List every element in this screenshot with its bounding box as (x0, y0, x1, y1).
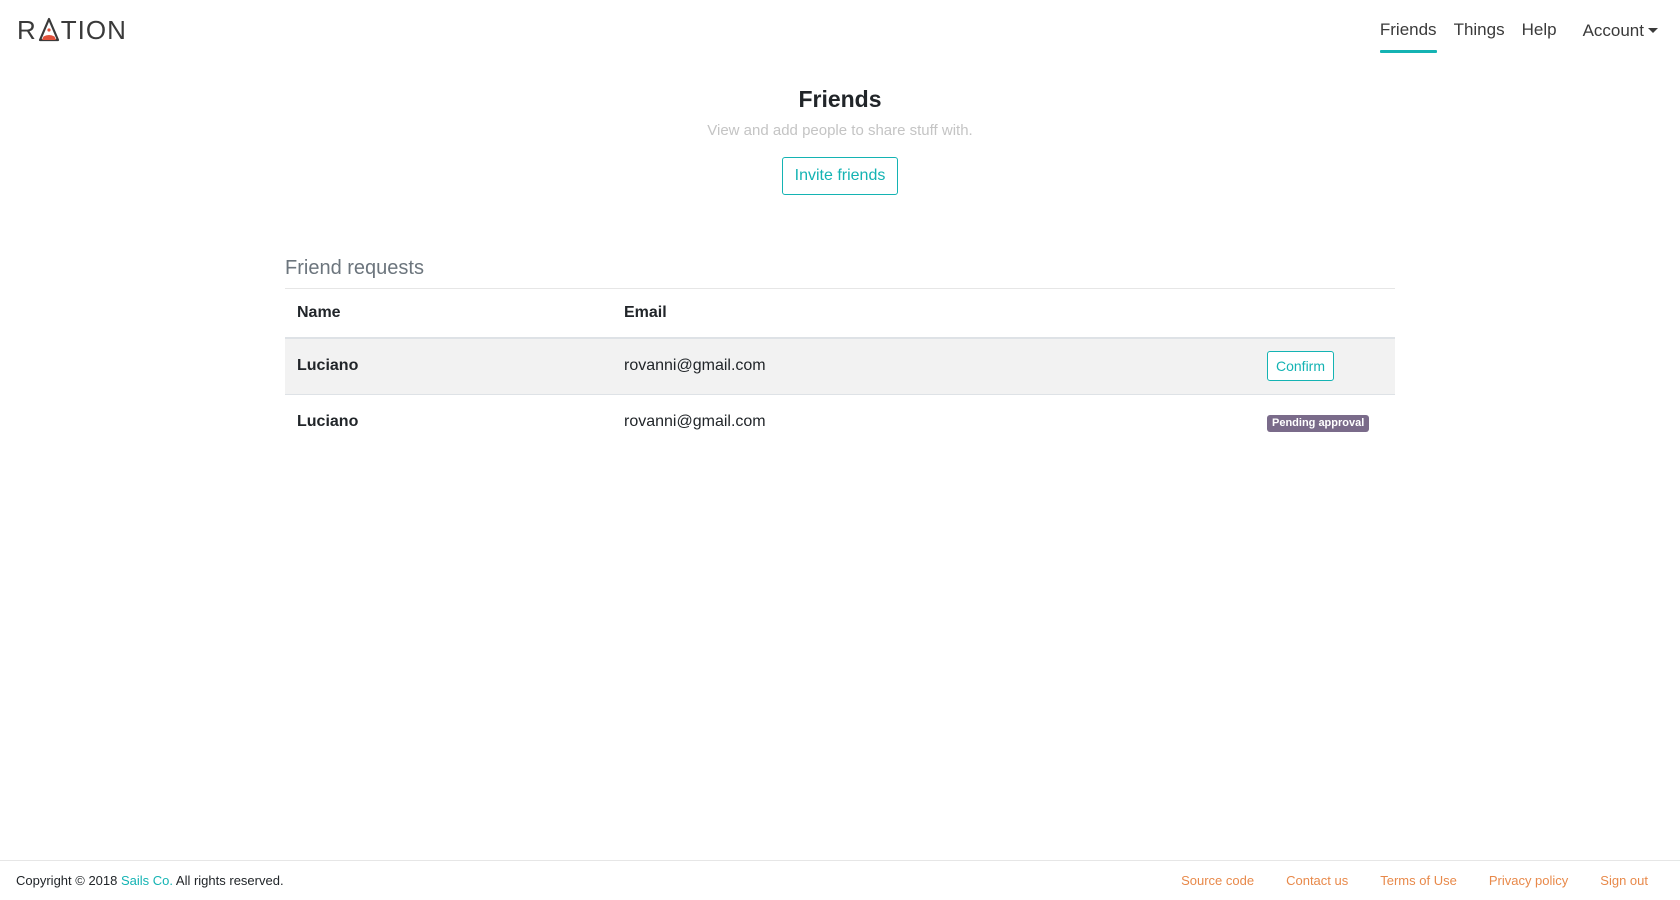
pending-approval-badge: Pending approval (1267, 414, 1370, 432)
page-hero: Friends View and add people to share stu… (0, 84, 1680, 195)
column-header-name: Name (285, 289, 612, 339)
footer-link-privacy-policy[interactable]: Privacy policy (1489, 873, 1568, 888)
page-title: Friends (798, 86, 882, 112)
logo-text-end: TION (60, 14, 127, 45)
top-navbar: R TION Friends Things Help Account (0, 0, 1680, 62)
page-footer: Copyright © 2018 Sails Co. All rights re… (0, 860, 1680, 900)
logo-text-start: R (17, 14, 37, 45)
request-name: Luciano (297, 413, 359, 431)
friend-requests-heading: Friend requests (285, 256, 1395, 289)
nav-account-label: Account (1582, 21, 1644, 40)
request-action-cell: Confirm (1255, 338, 1395, 395)
friend-requests-table: Name Email Luciano rovanni@gmail.com Con… (285, 289, 1395, 450)
footer-links: Source code Contact us Terms of Use Priv… (1149, 873, 1648, 888)
nav-help[interactable]: Help (1522, 0, 1557, 62)
request-name: Luciano (285, 338, 612, 395)
invite-friends-button[interactable]: Invite friends (781, 157, 899, 195)
copyright-text: Copyright © 2018 Sails Co. All rights re… (16, 873, 284, 888)
request-email: rovanni@gmail.com (624, 413, 766, 431)
caret-down-icon (1648, 27, 1658, 33)
confirm-button[interactable]: Confirm (1267, 351, 1335, 382)
footer-link-contact-us[interactable]: Contact us (1286, 873, 1348, 888)
pizza-slice-icon (38, 17, 60, 43)
footer-link-terms-of-use[interactable]: Terms of Use (1380, 873, 1457, 888)
request-email: rovanni@gmail.com (612, 338, 1255, 395)
nav-things[interactable]: Things (1454, 0, 1505, 62)
copyright-suffix: All rights reserved. (173, 873, 284, 888)
ration-logo[interactable]: R TION (17, 14, 127, 46)
page-subtitle: View and add people to share stuff with. (707, 122, 973, 139)
request-status-cell: Pending approval (1255, 394, 1395, 450)
copyright-prefix: Copyright © 2018 (16, 873, 121, 888)
column-header-action (1255, 289, 1395, 339)
table-row: Luciano rovanni@gmail.com Pending approv… (285, 394, 1395, 450)
brand-link[interactable]: Sails Co. (121, 873, 173, 888)
friend-requests-section: Friend requests Name Email Luciano rovan… (285, 256, 1395, 450)
column-header-email: Email (612, 289, 1255, 339)
table-header-row: Name Email (285, 289, 1395, 339)
nav-account-dropdown[interactable]: Account (1583, 0, 1658, 62)
main-nav: Friends Things Help Account (1363, 0, 1658, 62)
table-row: Luciano rovanni@gmail.com Confirm (285, 338, 1395, 395)
footer-link-source-code[interactable]: Source code (1181, 873, 1254, 888)
footer-link-sign-out[interactable]: Sign out (1600, 873, 1648, 888)
nav-friends[interactable]: Friends (1379, 0, 1437, 62)
